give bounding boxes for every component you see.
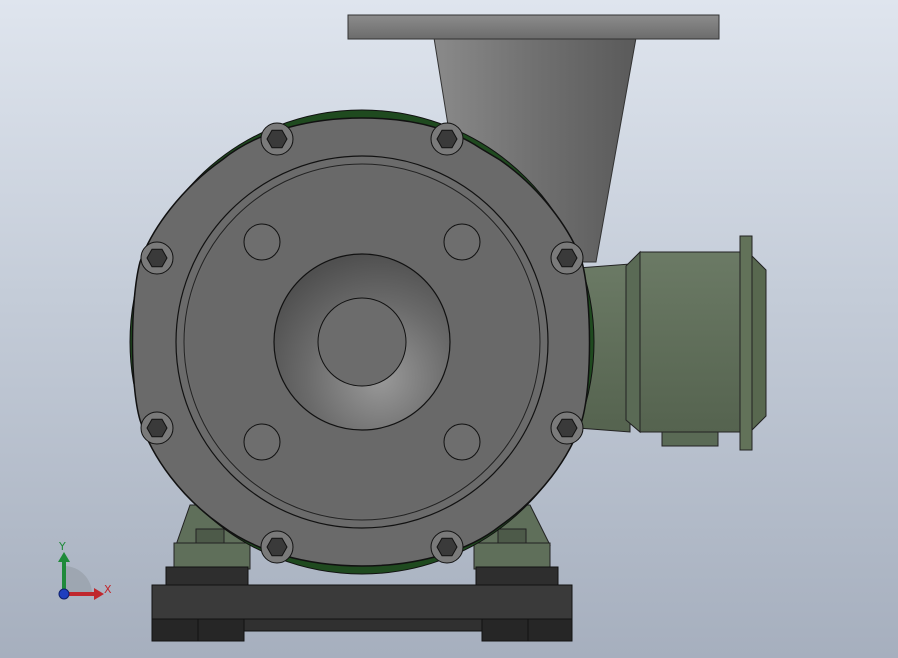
- suction-inlet[interactable]: [273, 253, 451, 431]
- face-hole: [243, 423, 281, 461]
- axis-triad[interactable]: Y X: [58, 540, 112, 600]
- hex-bolt: [430, 530, 464, 564]
- hex-bolt: [140, 411, 174, 445]
- face-hole: [443, 423, 481, 461]
- hex-bolt: [140, 241, 174, 275]
- face-hole: [443, 223, 481, 261]
- x-axis-label: X: [104, 583, 112, 596]
- base-plate[interactable]: [151, 566, 573, 642]
- cad-viewport[interactable]: Y X: [0, 0, 898, 658]
- inlet-bore: [317, 297, 407, 387]
- hex-bolt: [430, 122, 464, 156]
- hex-bolt: [260, 530, 294, 564]
- triad-shade: [64, 566, 92, 594]
- face-hole: [243, 223, 281, 261]
- hex-bolt: [550, 411, 584, 445]
- y-axis-label: Y: [58, 540, 66, 553]
- discharge-flange: [347, 14, 720, 40]
- motor-housing[interactable]: [577, 235, 767, 451]
- hex-bolt: [260, 122, 294, 156]
- z-axis-origin: [58, 588, 70, 600]
- hex-bolt: [550, 241, 584, 275]
